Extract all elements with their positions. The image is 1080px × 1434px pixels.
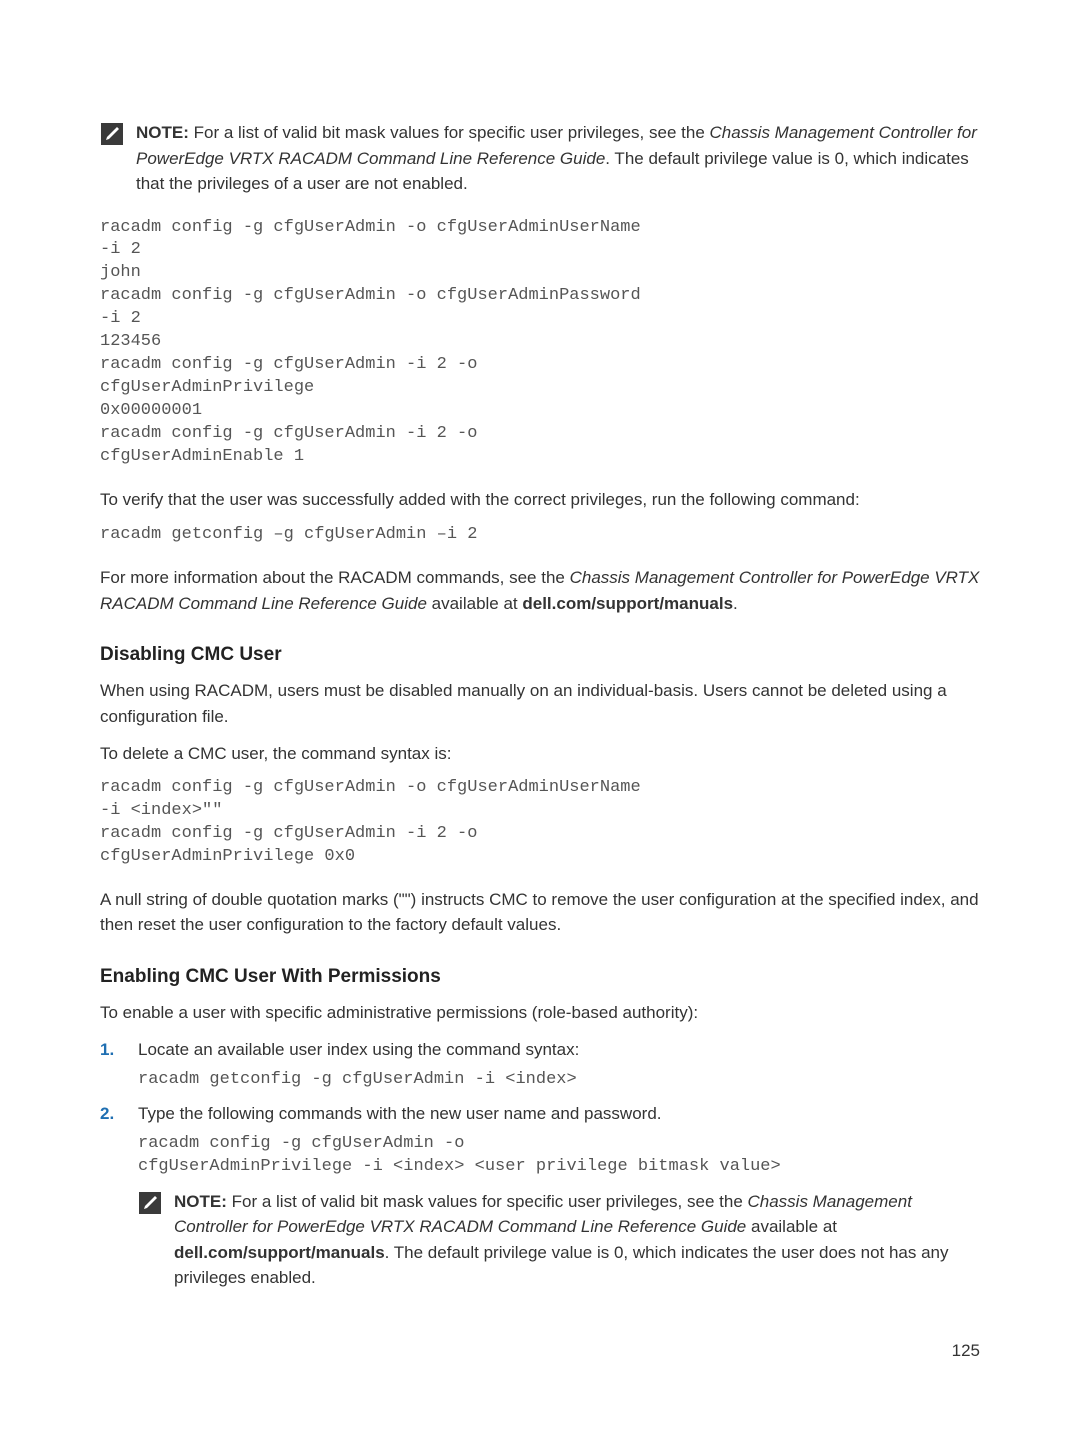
note-bold: dell.com/support/manuals xyxy=(174,1243,385,1262)
note-label: NOTE: xyxy=(136,123,189,142)
section-heading-disabling: Disabling CMC User xyxy=(100,644,980,666)
code-block: racadm getconfig –g cfgUserAdmin –i 2 xyxy=(100,524,980,547)
note-block: NOTE: For a list of valid bit mask value… xyxy=(100,120,980,197)
note-pencil-icon xyxy=(100,122,124,151)
step-number: 1. xyxy=(100,1037,114,1063)
steps-list: 1. Locate an available user index using … xyxy=(100,1037,980,1291)
body-paragraph: To verify that the user was successfully… xyxy=(100,487,980,513)
step-text: Locate an available user index using the… xyxy=(138,1040,579,1059)
note-label: NOTE: xyxy=(174,1192,227,1211)
page-number: 125 xyxy=(100,1341,980,1361)
step-number: 2. xyxy=(100,1101,114,1127)
para-text: For more information about the RACADM co… xyxy=(100,568,570,587)
para-bold: dell.com/support/manuals xyxy=(522,594,733,613)
code-block: racadm config -g cfgUserAdmin -o cfgUser… xyxy=(100,217,980,469)
note-block: NOTE: For a list of valid bit mask value… xyxy=(138,1189,980,1291)
code-block: racadm config -g cfgUserAdmin -o cfgUser… xyxy=(100,777,980,869)
step-text: Type the following commands with the new… xyxy=(138,1104,662,1123)
step-item: 2. Type the following commands with the … xyxy=(100,1101,980,1290)
note-pencil-icon xyxy=(138,1191,162,1223)
document-page: NOTE: For a list of valid bit mask value… xyxy=(0,0,1080,1421)
note-body-mid: available at xyxy=(746,1217,837,1236)
code-block: racadm config -g cfgUserAdmin -o cfgUser… xyxy=(138,1133,980,1179)
body-paragraph: For more information about the RACADM co… xyxy=(100,565,980,616)
body-paragraph: A null string of double quotation marks … xyxy=(100,887,980,938)
para-text: available at xyxy=(427,594,522,613)
body-paragraph: To delete a CMC user, the command syntax… xyxy=(100,741,980,767)
note-text: NOTE: For a list of valid bit mask value… xyxy=(136,120,980,197)
body-paragraph: To enable a user with specific administr… xyxy=(100,1000,980,1026)
para-text: . xyxy=(733,594,738,613)
step-item: 1. Locate an available user index using … xyxy=(100,1037,980,1091)
body-paragraph: When using RACADM, users must be disable… xyxy=(100,678,980,729)
note-text: NOTE: For a list of valid bit mask value… xyxy=(174,1189,980,1291)
note-body-before: For a list of valid bit mask values for … xyxy=(189,123,710,142)
section-heading-enabling: Enabling CMC User With Permissions xyxy=(100,966,980,988)
note-body-before: For a list of valid bit mask values for … xyxy=(227,1192,748,1211)
code-block: racadm getconfig -g cfgUserAdmin -i <ind… xyxy=(138,1069,980,1092)
